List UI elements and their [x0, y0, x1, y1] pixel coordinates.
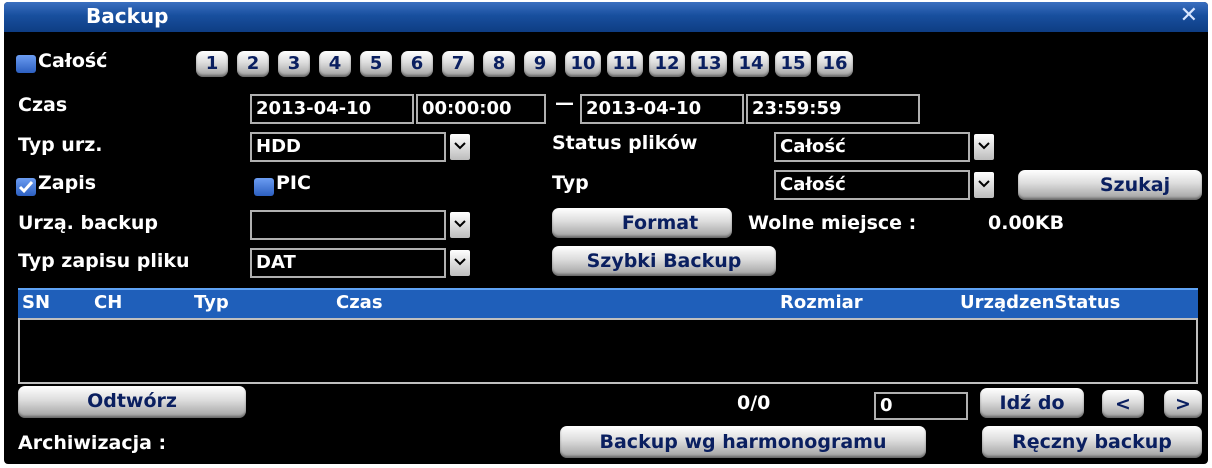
channel-11-button[interactable]: 11 — [607, 51, 643, 77]
channel-7-button[interactable]: 7 — [442, 51, 474, 77]
pic-label: PIC — [276, 172, 311, 194]
backup-window: Backup ✕ Całość 1 2 3 4 5 6 7 8 9 10 11 … — [4, 2, 1208, 464]
file-status-select[interactable]: Całość — [774, 132, 970, 162]
channel-5-button[interactable]: 5 — [360, 51, 392, 77]
type-select[interactable]: Całość — [774, 170, 970, 200]
manual-backup-button[interactable]: Ręczny backup — [982, 426, 1202, 458]
format-button-label: Format — [621, 212, 699, 234]
type-dropdown-icon[interactable] — [974, 172, 994, 198]
end-time-field[interactable]: 23:59:59 — [746, 94, 920, 124]
page-input[interactable]: 0 — [874, 392, 968, 420]
page-count: 0/0 — [737, 392, 771, 414]
free-space-label: Wolne miejsce : — [748, 212, 917, 234]
column-header-device-status: UrządzenStatus — [960, 292, 1121, 313]
play-button[interactable]: Odtwórz — [18, 386, 246, 418]
record-checkbox[interactable] — [16, 178, 36, 196]
prev-page-button[interactable]: < — [1102, 390, 1144, 418]
device-type-dropdown-icon[interactable] — [450, 134, 470, 160]
schedule-backup-button[interactable]: Backup wg harmonogramu — [560, 426, 926, 458]
backup-device-dropdown-icon[interactable] — [450, 212, 470, 238]
quick-backup-button-label: Szybki Backup — [586, 250, 742, 272]
file-list[interactable] — [18, 318, 1198, 384]
channel-3-button[interactable]: 3 — [278, 51, 310, 77]
channel-16-button[interactable]: 16 — [817, 51, 853, 77]
file-record-type-select[interactable]: DAT — [250, 248, 446, 278]
channel-8-button[interactable]: 8 — [483, 51, 515, 77]
channel-2-button[interactable]: 2 — [237, 51, 269, 77]
channel-15-button[interactable]: 15 — [775, 51, 811, 77]
format-button[interactable]: Format — [552, 208, 732, 238]
column-header-type: Typ — [194, 292, 229, 313]
window-title: Backup — [86, 4, 169, 28]
channel-4-button[interactable]: 4 — [319, 51, 351, 77]
next-icon: > — [1175, 393, 1191, 415]
all-channels-checkbox[interactable] — [16, 55, 36, 73]
column-header-time: Czas — [336, 292, 383, 313]
play-button-label: Odtwórz — [87, 390, 177, 412]
channel-1-button[interactable]: 1 — [196, 51, 228, 77]
all-channels-label: Całość — [38, 50, 108, 72]
file-record-type-dropdown-icon[interactable] — [450, 250, 470, 276]
manual-backup-button-label: Ręczny backup — [1012, 431, 1172, 453]
channel-9-button[interactable]: 9 — [524, 51, 556, 77]
search-button[interactable]: Szukaj — [1018, 170, 1202, 200]
table-header: SN CH Typ Czas Rozmiar UrządzenStatus — [18, 288, 1198, 318]
time-range-separator: — — [555, 92, 574, 114]
column-header-size: Rozmiar — [780, 292, 863, 313]
column-header-sn: SN — [22, 292, 51, 313]
close-icon[interactable]: ✕ — [1180, 5, 1198, 27]
channel-14-button[interactable]: 14 — [733, 51, 769, 77]
start-time-field[interactable]: 00:00:00 — [416, 94, 546, 124]
record-label: Zapis — [38, 172, 97, 194]
next-page-button[interactable]: > — [1164, 390, 1202, 418]
type-label: Typ — [552, 172, 589, 194]
channel-12-button[interactable]: 12 — [649, 51, 685, 77]
pic-checkbox[interactable] — [254, 178, 274, 196]
prev-icon: < — [1115, 393, 1131, 415]
goto-page-button[interactable]: Idź do — [980, 388, 1084, 418]
file-record-type-label: Typ zapisu pliku — [18, 250, 190, 272]
file-status-dropdown-icon[interactable] — [974, 134, 994, 160]
time-label: Czas — [18, 94, 68, 116]
end-date-field[interactable]: 2013-04-10 — [580, 94, 744, 124]
search-button-label: Szukaj — [1099, 174, 1171, 196]
device-type-label: Typ urz. — [18, 134, 103, 156]
channel-6-button[interactable]: 6 — [401, 51, 433, 77]
goto-page-button-label: Idź do — [999, 392, 1065, 414]
channel-10-button[interactable]: 10 — [565, 51, 601, 77]
device-type-select[interactable]: HDD — [250, 132, 446, 162]
backup-device-select[interactable] — [250, 210, 446, 240]
schedule-backup-button-label: Backup wg harmonogramu — [599, 431, 887, 453]
archive-label: Archiwizacja : — [18, 432, 167, 454]
start-date-field[interactable]: 2013-04-10 — [250, 94, 414, 124]
quick-backup-button[interactable]: Szybki Backup — [552, 246, 776, 276]
free-space-value: 0.00KB — [988, 212, 1065, 234]
column-header-ch: CH — [94, 292, 123, 313]
title-bar: Backup ✕ — [4, 2, 1208, 32]
channel-13-button[interactable]: 13 — [691, 51, 727, 77]
backup-device-label: Urzą. backup — [18, 212, 158, 234]
file-status-label: Status plików — [552, 132, 698, 154]
